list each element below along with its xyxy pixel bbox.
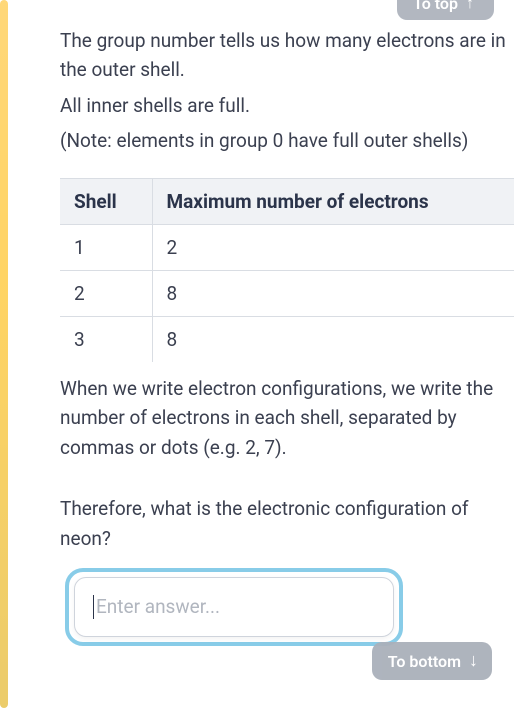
- arrow-up-icon: ↑: [466, 0, 474, 11]
- intro-line-2: All inner shells are full.: [60, 91, 514, 120]
- to-bottom-label: To bottom: [388, 652, 461, 671]
- cell-shell: 3: [60, 316, 152, 362]
- intro-note: (Note: elements in group 0 have full out…: [60, 126, 514, 155]
- cell-max: 8: [152, 270, 514, 316]
- to-top-label: To top: [413, 0, 458, 13]
- page: To top ↑ The group number tells us how m…: [0, 0, 524, 708]
- table-row: 2 8: [60, 270, 514, 316]
- text-caret: [93, 595, 94, 619]
- question-text: Therefore, what is the electronic config…: [60, 494, 514, 553]
- explain-paragraph: When we write electron configurations, w…: [60, 374, 514, 462]
- answer-placeholder: Enter answer...: [96, 595, 220, 618]
- table-row: 3 8: [60, 316, 514, 362]
- electron-shell-table: Shell Maximum number of electrons 1 2 2 …: [60, 178, 514, 362]
- to-bottom-button[interactable]: To bottom ↓: [372, 642, 492, 680]
- cell-shell: 2: [60, 270, 152, 316]
- table-row: 1 2: [60, 224, 514, 270]
- intro-line-1: The group number tells us how many elect…: [60, 26, 514, 85]
- table-header-row: Shell Maximum number of electrons: [60, 178, 514, 224]
- left-accent-bar: [0, 0, 8, 708]
- arrow-down-icon: ↓: [469, 652, 478, 670]
- answer-input-wrapper: Enter answer...: [74, 577, 394, 637]
- cell-max: 2: [152, 224, 514, 270]
- to-top-button[interactable]: To top ↑: [397, 0, 494, 20]
- table-header-max: Maximum number of electrons: [152, 178, 514, 224]
- cell-max: 8: [152, 316, 514, 362]
- answer-input[interactable]: Enter answer...: [74, 577, 394, 637]
- content-area: The group number tells us how many elect…: [60, 26, 514, 637]
- table-header-shell: Shell: [60, 178, 152, 224]
- cell-shell: 1: [60, 224, 152, 270]
